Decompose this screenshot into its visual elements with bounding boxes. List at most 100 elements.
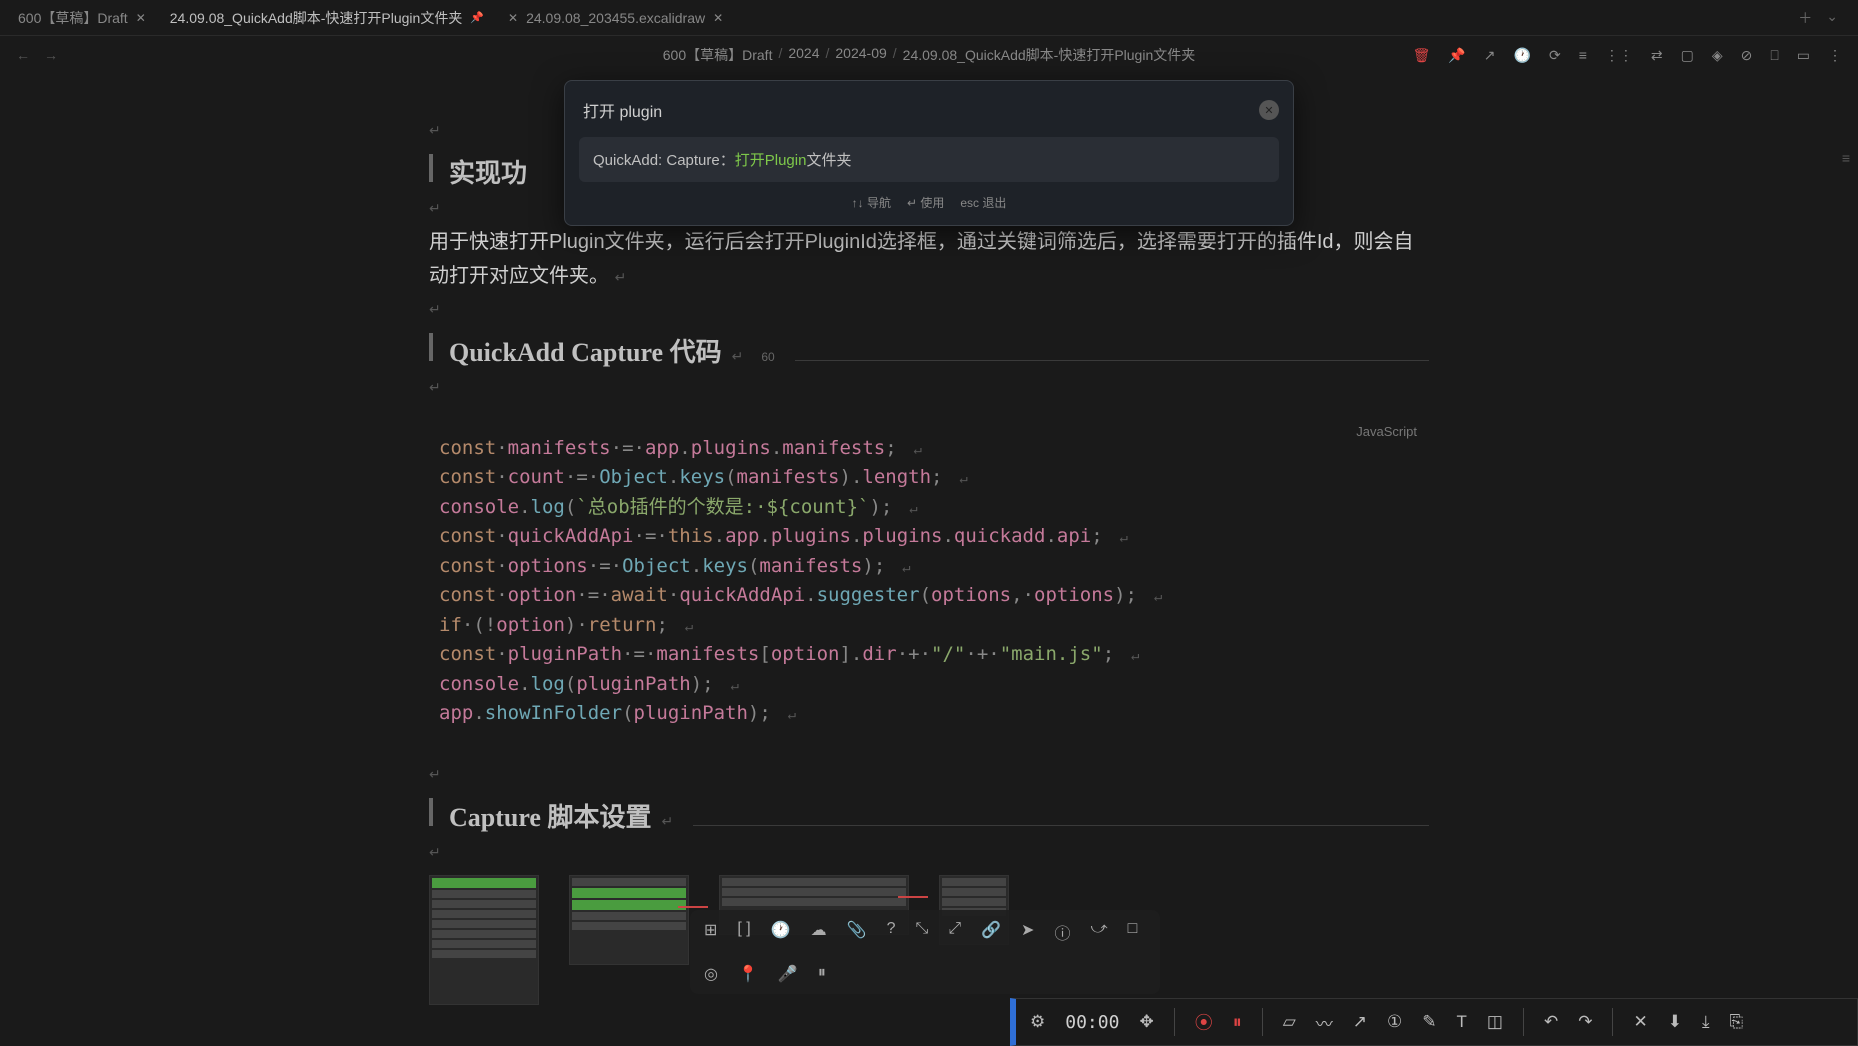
eye-off-icon[interactable]: ⊘ — [1741, 47, 1753, 64]
tab-quickadd[interactable]: 24.09.08_QuickAdd脚本-快速打开Plugin文件夹 📌 — [158, 0, 496, 36]
nav-bar: ← → 600【草稿】Draft/ 2024/ 2024-09/ 24.09.0… — [0, 36, 1858, 74]
return-mark: ↵ — [429, 301, 1429, 318]
code-language-label: JavaScript — [1356, 422, 1417, 442]
pin-icon[interactable]: 📌 — [470, 11, 484, 24]
forward-icon[interactable]: → — [44, 47, 58, 63]
cloud-icon[interactable]: ☁ — [811, 920, 827, 944]
tab-draft[interactable]: 600【草稿】Draft ✕ — [6, 0, 158, 36]
scribble-icon[interactable]: 〰 — [1316, 1010, 1333, 1035]
expand-icon[interactable]: ⤢ — [948, 920, 961, 944]
clock-icon[interactable]: 🕐 — [1514, 47, 1531, 64]
divider — [1612, 1008, 1613, 1036]
tab-title: 24.09.08_QuickAdd脚本-快速打开Plugin文件夹 — [170, 8, 463, 28]
send-icon[interactable]: ➤ — [1021, 920, 1034, 944]
return-mark: ↵ — [615, 269, 627, 285]
pause-record-icon[interactable]: ⏸ — [1233, 1012, 1242, 1033]
return-mark: ↵ — [429, 844, 1429, 861]
clear-icon[interactable]: ✕ — [1259, 100, 1279, 120]
tab-excalidraw[interactable]: ✕ 24.09.08_203455.excalidraw ✕ — [496, 0, 735, 36]
hint-exit: esc 退出 — [960, 194, 1006, 211]
return-mark: ↵ — [429, 379, 1429, 396]
close-icon[interactable]: ✕ — [136, 11, 146, 25]
trash-icon[interactable]: 🗑 — [1413, 47, 1431, 64]
gear-icon[interactable]: ⚙ — [1030, 1012, 1045, 1032]
outline-toggle-icon[interactable]: ≡ — [1842, 150, 1850, 166]
panel-icon[interactable]: ▢ — [1681, 47, 1694, 64]
redo-icon[interactable]: ↷ — [1578, 1012, 1592, 1032]
result-prefix: QuickAdd: Capture： — [593, 152, 735, 169]
heading-divider — [795, 360, 1429, 361]
breadcrumb-item[interactable]: 2024 — [788, 45, 819, 65]
code-line: const·option·=·await·quickAddApi.suggest… — [439, 581, 1419, 610]
pause-icon[interactable]: ⏸ — [818, 964, 826, 984]
attachment-icon[interactable]: 📎 — [847, 920, 867, 944]
graph-icon[interactable]: ⋮⋮ — [1605, 47, 1633, 64]
heading-text: 实现功 — [449, 153, 527, 190]
tab-title: 600【草稿】Draft — [18, 8, 128, 28]
eraser-icon[interactable]: ◫ — [1487, 1012, 1503, 1032]
save-pin-icon[interactable]: ⤓ — [1702, 1012, 1710, 1032]
result-highlight: 打开Plugin — [735, 152, 807, 169]
more-icon[interactable]: ⋮ — [1828, 47, 1842, 64]
text-icon[interactable]: T — [1457, 1012, 1467, 1032]
book-icon[interactable]: ▭ — [1797, 47, 1810, 64]
chevron-down-icon[interactable]: ⌄ — [1826, 8, 1838, 28]
breadcrumb-item[interactable]: 2024-09 — [835, 45, 886, 65]
download-icon[interactable]: ⬇ — [1668, 1012, 1682, 1032]
list-icon[interactable]: ≡ — [1579, 47, 1587, 63]
number-icon[interactable]: ① — [1387, 1012, 1402, 1032]
breadcrumb-item[interactable]: 600【草稿】Draft — [663, 45, 773, 65]
shape-icon[interactable]: ▱ — [1283, 1012, 1296, 1032]
stop-icon[interactable]: □ — [1128, 920, 1138, 944]
heading-bar — [429, 333, 433, 361]
broken-link-icon[interactable]: ⤻ — [1090, 920, 1107, 944]
record-icon[interactable]: ⦿ — [1195, 1009, 1213, 1035]
open-external-icon[interactable]: ↗ — [1484, 47, 1496, 64]
pin-icon[interactable]: 📌 — [1448, 47, 1465, 64]
swap-icon[interactable]: ⇄ — [1651, 47, 1663, 64]
code-line: console.log(pluginPath); ↵ — [439, 670, 1419, 699]
brackets-icon[interactable]: [ ] — [737, 920, 750, 944]
info-icon[interactable]: ⓘ — [1054, 920, 1070, 944]
refresh-icon[interactable]: ⟳ — [1549, 47, 1561, 64]
screenshot-thumbnail[interactable] — [429, 875, 539, 1005]
command-palette-result[interactable]: QuickAdd: Capture：打开Plugin文件夹 — [579, 137, 1279, 182]
breadcrumb-item[interactable]: 24.09.08_QuickAdd脚本-快速打开Plugin文件夹 — [903, 45, 1196, 65]
outline-icon[interactable]: ⊞ — [704, 920, 717, 944]
code-block[interactable]: JavaScript const·manifests·=·app.plugins… — [429, 416, 1429, 746]
return-mark: ↵ — [661, 813, 673, 830]
link-icon[interactable]: 🔗 — [981, 920, 1001, 944]
arrow-icon[interactable]: ↗ — [1353, 1012, 1367, 1032]
location-icon[interactable]: ◎ — [704, 964, 718, 984]
collapse-icon[interactable]: ⤡ — [916, 920, 929, 944]
heading-bar — [429, 798, 433, 826]
nav-arrows: ← → — [16, 47, 58, 63]
hint-nav: ↑↓ 导航 — [852, 194, 891, 211]
close-icon[interactable]: ✕ — [1633, 1012, 1647, 1032]
code-line: const·manifests·=·app.plugins.manifests;… — [439, 434, 1419, 463]
page-toolbar: 🗑 📌 ↗ 🕐 ⟳ ≡ ⋮⋮ ⇄ ▢ ◈ ⊘ ⎕ ▭ ⋮ — [1413, 47, 1842, 64]
close-icon[interactable]: ✕ — [713, 11, 723, 25]
back-icon[interactable]: ← — [16, 47, 30, 63]
new-tab-icon[interactable]: ＋ — [1798, 8, 1812, 28]
code-line: const·pluginPath·=·manifests[option].dir… — [439, 640, 1419, 669]
pencil-icon[interactable]: ✎ — [1422, 1012, 1436, 1032]
move-icon[interactable]: ✥ — [1139, 1012, 1153, 1032]
excalidraw-icon: ✕ — [508, 11, 518, 25]
pin-location-icon[interactable]: 📍 — [738, 964, 758, 984]
diamond-icon[interactable]: ◈ — [1712, 47, 1723, 64]
mic-icon[interactable]: 🎤 — [778, 964, 798, 984]
body-text: 用于快速打开Plugin文件夹，运行后会打开PluginId选择框，通过关键词筛… — [429, 231, 1414, 287]
clock-icon[interactable]: 🕐 — [771, 920, 791, 944]
code-line: const·count·=·Object.keys(manifests).len… — [439, 463, 1419, 492]
return-mark: ↵ — [732, 348, 744, 365]
result-suffix: 文件夹 — [806, 152, 851, 169]
help-icon[interactable]: ? — [887, 920, 896, 944]
bookmark-icon[interactable]: ⎕ — [1770, 47, 1778, 64]
heading-bar — [429, 154, 433, 182]
copy-icon[interactable]: ⎘ — [1729, 1012, 1743, 1032]
command-palette-input[interactable] — [579, 95, 1259, 125]
command-palette: ✕ QuickAdd: Capture：打开Plugin文件夹 ↑↓ 导航 ↵ … — [564, 80, 1294, 226]
undo-icon[interactable]: ↶ — [1544, 1012, 1558, 1032]
screenshot-thumbnail[interactable] — [569, 875, 689, 965]
